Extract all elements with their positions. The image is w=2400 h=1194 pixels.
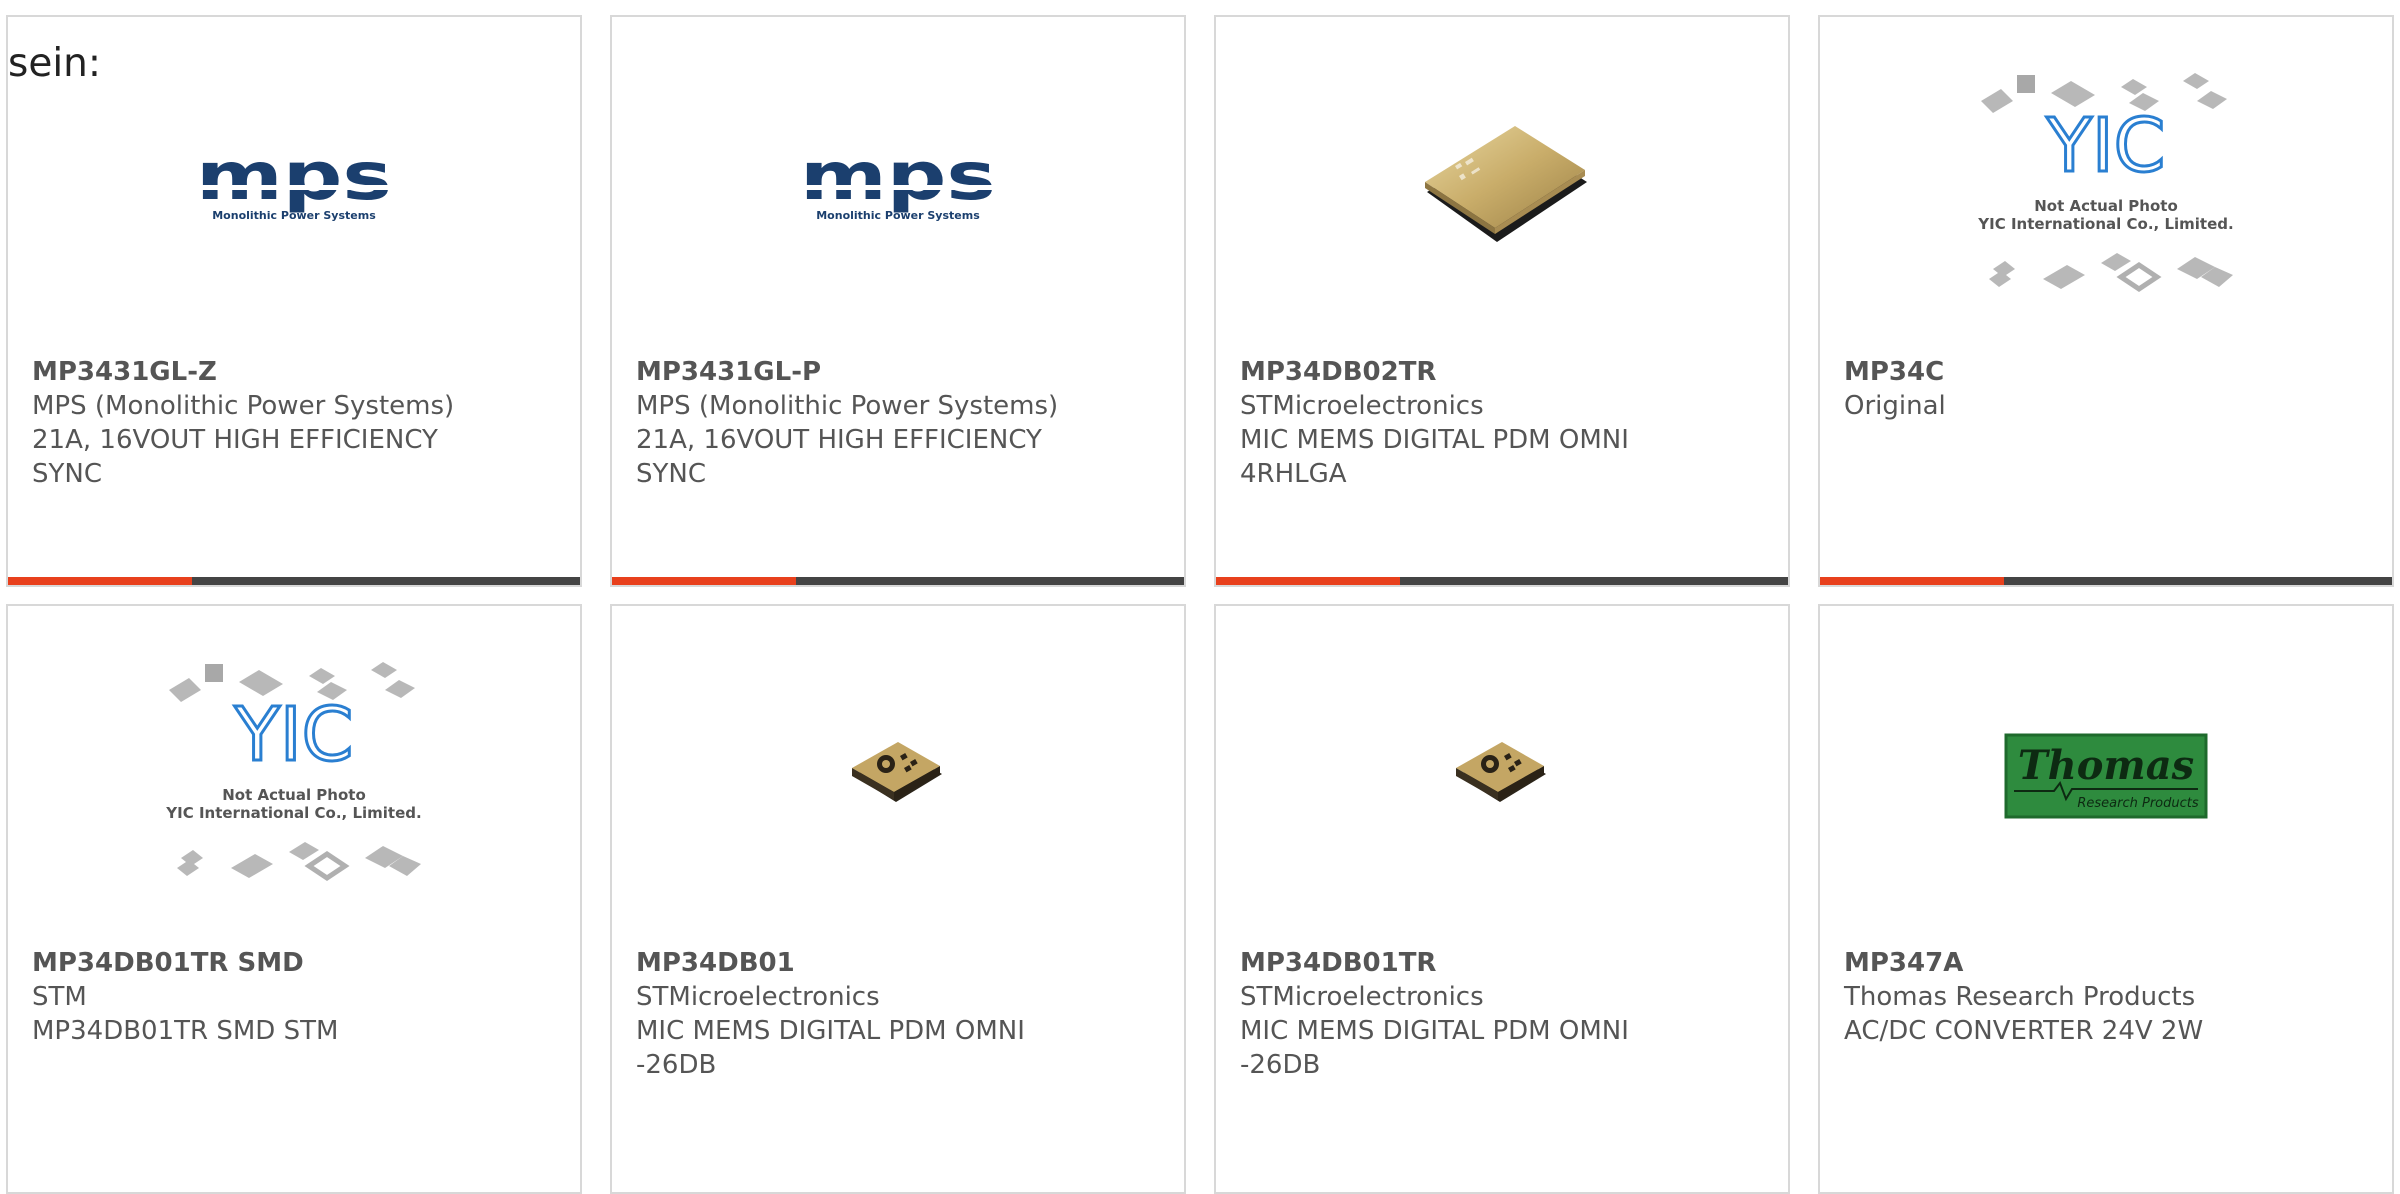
description: 21A, 16VOUT HIGH EFFICIENCY SYNC	[636, 425, 1042, 489]
part-number[interactable]: MP34DB01TR	[1240, 946, 1764, 980]
part-number[interactable]: MP3431GL-Z	[32, 355, 556, 389]
product-card[interactable]: mps Monolithic Power Systems MP3431GL-P …	[610, 15, 1186, 587]
svg-text:YIC: YIC	[2046, 103, 2166, 189]
description: MIC MEMS DIGITAL PDM OMNI -26DB	[636, 1016, 1025, 1080]
manufacturer: STMicroelectronics	[1240, 391, 1484, 421]
product-image[interactable]: mps Monolithic Power Systems	[612, 57, 1184, 317]
product-image[interactable]	[1216, 57, 1788, 317]
part-number[interactable]: MP34DB01	[636, 946, 1160, 980]
svg-text:YIC International Co., Limited: YIC International Co., Limited.	[1977, 215, 2233, 233]
part-number[interactable]: MP34C	[1844, 355, 2368, 389]
product-card[interactable]: YIC Not Actual Photo YIC International C…	[1818, 15, 2394, 587]
manufacturer: MPS (Monolithic Power Systems)	[636, 391, 1059, 421]
product-card[interactable]: Thomas Research Products MP347A Thomas R…	[1818, 604, 2394, 1194]
product-image[interactable]: YIC Not Actual Photo YIC International C…	[8, 646, 580, 906]
manufacturer: Thomas Research Products	[1844, 982, 2196, 1012]
part-number[interactable]: MP3431GL-P	[636, 355, 1160, 389]
gold-lga-package-image	[1425, 126, 1587, 242]
svg-text:mps: mps	[800, 147, 996, 215]
svg-text:YIC International Co., Limited: YIC International Co., Limited.	[165, 804, 421, 822]
product-card[interactable]: YIC Not Actual Photo YIC International C…	[6, 604, 582, 1194]
manufacturer: STMicroelectronics	[636, 982, 880, 1012]
part-number[interactable]: MP34DB01TR SMD	[32, 946, 556, 980]
svg-text:mps: mps	[196, 147, 392, 215]
manufacturer: Original	[1844, 391, 1946, 421]
product-card[interactable]: mps Monolithic Power Systems MP3431GL-Z …	[6, 15, 582, 587]
part-number[interactable]: MP34DB02TR	[1240, 355, 1764, 389]
svg-text:Not Actual Photo: Not Actual Photo	[222, 786, 366, 804]
manufacturer: MPS (Monolithic Power Systems)	[32, 391, 455, 421]
mps-logo: mps Monolithic Power Systems	[800, 147, 996, 222]
product-card[interactable]: MP34DB02TR STMicroelectronics MIC MEMS D…	[1214, 15, 1790, 587]
card-bar	[8, 577, 580, 585]
description: 21A, 16VOUT HIGH EFFICIENCY SYNC	[32, 425, 438, 489]
card-bar	[1820, 577, 2392, 585]
manufacturer: STMicroelectronics	[1240, 982, 1484, 1012]
svg-text:Research Products: Research Products	[2077, 796, 2199, 811]
yic-placeholder-image: YIC Not Actual Photo YIC International C…	[1977, 73, 2234, 293]
lead-text: sein:	[8, 41, 102, 86]
thomas-logo: Thomas Research Products	[2004, 733, 2208, 819]
yic-placeholder-image: YIC Not Actual Photo YIC International C…	[165, 662, 422, 882]
description: MIC MEMS DIGITAL PDM OMNI 4RHLGA	[1240, 425, 1629, 489]
mems-mic-package-image	[852, 742, 942, 802]
svg-text:Monolithic Power Systems: Monolithic Power Systems	[816, 209, 980, 222]
product-image[interactable]: YIC Not Actual Photo YIC International C…	[1820, 57, 2392, 317]
product-image[interactable]: mps Monolithic Power Systems	[8, 57, 580, 317]
description: MP34DB01TR SMD STM	[32, 1016, 339, 1046]
mps-logo: mps Monolithic Power Systems	[196, 147, 392, 222]
product-image[interactable]: Thomas Research Products	[1820, 646, 2392, 906]
card-bar	[612, 577, 1184, 585]
product-image[interactable]	[612, 646, 1184, 906]
product-card[interactable]: MP34DB01TR STMicroelectronics MIC MEMS D…	[1214, 604, 1790, 1194]
product-image[interactable]	[1216, 646, 1788, 906]
svg-text:YIC: YIC	[234, 692, 354, 778]
part-number[interactable]: MP347A	[1844, 946, 2368, 980]
card-bar	[1216, 577, 1788, 585]
svg-text:Monolithic Power Systems: Monolithic Power Systems	[212, 209, 376, 222]
description: AC/DC CONVERTER 24V 2W	[1844, 1016, 2204, 1046]
description: MIC MEMS DIGITAL PDM OMNI -26DB	[1240, 1016, 1629, 1080]
svg-text:Thomas: Thomas	[2018, 742, 2194, 789]
svg-text:Not Actual Photo: Not Actual Photo	[2034, 197, 2178, 215]
manufacturer: STM	[32, 982, 87, 1012]
mems-mic-package-image	[1456, 742, 1546, 802]
product-card[interactable]: MP34DB01 STMicroelectronics MIC MEMS DIG…	[610, 604, 1186, 1194]
